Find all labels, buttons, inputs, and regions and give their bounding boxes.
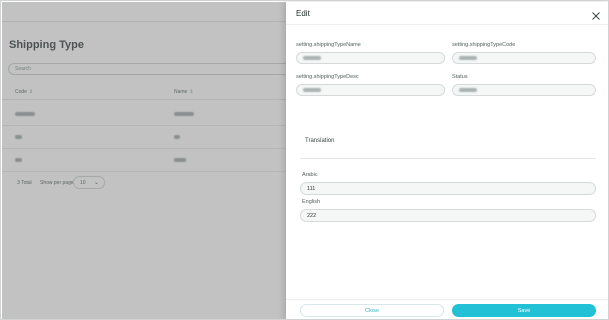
modal-overlay[interactable] [2,2,287,319]
arabic-input[interactable]: 111 [300,182,596,195]
translation-divider [300,158,596,159]
status-select[interactable] [452,84,596,96]
header-divider [286,24,608,25]
shipping-type-desc-label: setting.shippingTypeDesc [296,74,359,80]
blurred-value [303,56,321,60]
shipping-type-desc-input[interactable] [296,84,445,96]
app-frame: Shipping Type Search Code ⇕ Name ⇕ 3 Total… [0,0,609,320]
save-button[interactable]: Save [452,304,596,317]
shipping-type-code-label: setting.shippingTypeCode [452,42,516,48]
footer-divider [286,299,608,300]
english-input[interactable]: 222 [300,209,596,222]
shipping-type-code-input[interactable] [452,52,596,64]
translation-title: Translation [305,138,335,144]
blurred-value [459,88,477,92]
blurred-value [459,56,477,60]
shipping-type-name-input[interactable] [296,52,445,64]
status-label: Status [452,74,468,80]
close-button[interactable]: Close [300,304,444,317]
arabic-label: Arabic [302,172,318,178]
blurred-value [303,88,321,92]
close-icon[interactable] [591,8,601,20]
drawer-title: Edit [296,9,310,18]
shipping-type-name-label: setting.shippingTypeName [296,42,361,48]
english-label: English [302,199,321,205]
edit-drawer: Edit setting.shippingTypeName setting.sh… [286,2,608,319]
